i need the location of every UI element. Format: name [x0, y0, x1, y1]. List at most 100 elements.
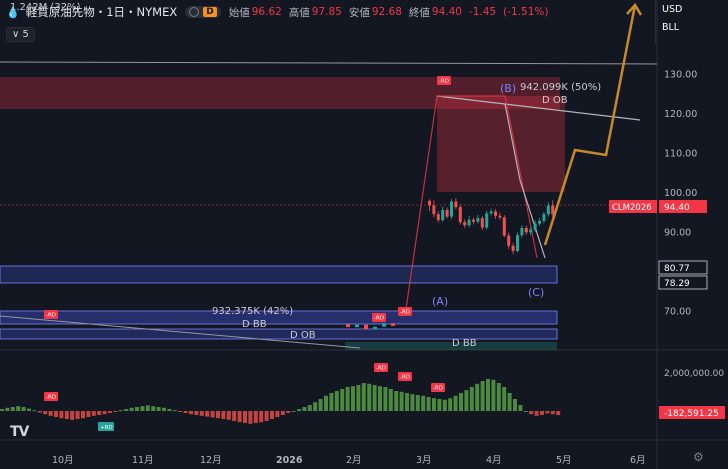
- oscillator-bar: [513, 399, 517, 411]
- chart-annotation: (C): [528, 286, 544, 299]
- oscillator: [0, 379, 561, 424]
- oscillator-bar: [10, 407, 15, 411]
- oscillator-bar: [237, 411, 242, 423]
- oscillator-bar: [81, 411, 85, 419]
- candle-body: [454, 201, 458, 208]
- oscillator-bar: [59, 411, 64, 419]
- oscillator-bar: [75, 411, 80, 419]
- oscillator-bar: [399, 391, 404, 411]
- oscillator-bar: [556, 411, 561, 415]
- oscillator-bar: [372, 385, 377, 411]
- price-axis[interactable]: 130.00 120.00 110.00 100.00 90.00 70.00 CLM202…: [609, 70, 725, 419]
- candle-body: [524, 228, 528, 233]
- candle-body: [542, 214, 546, 221]
- candle-body: [507, 235, 511, 246]
- pre-rally-candle: [382, 323, 386, 327]
- oscillator-bar: [91, 411, 96, 416]
- oscillator-bar: [356, 385, 361, 411]
- candle-body: [511, 245, 515, 251]
- oscillator-bar: [172, 410, 177, 412]
- oscillator-bar: [113, 411, 118, 412]
- oscillator-bar: [437, 399, 442, 411]
- oscillator-bar: [367, 383, 372, 411]
- candle-body: [551, 205, 555, 215]
- oscillator-bar: [183, 411, 188, 413]
- y-tick-label: 130.00: [664, 70, 697, 81]
- x-tick-label: 2月: [346, 455, 362, 466]
- oscillator-bar: [275, 411, 280, 417]
- rd-marker-label: -RD: [46, 395, 56, 401]
- pre-rally-candle: [355, 324, 359, 328]
- oscillator-bar: [426, 397, 431, 411]
- oscillator-bar: [329, 393, 334, 411]
- oscillator-bar: [194, 411, 199, 415]
- oscillator-bar: [145, 405, 150, 411]
- rd-marker-label: -RD: [400, 375, 410, 381]
- chart-annotation: D OB: [542, 95, 568, 106]
- candle-body: [502, 217, 506, 236]
- oscillator-bar: [199, 411, 204, 416]
- oscillator-bar: [216, 411, 220, 419]
- oscillator-bar: [351, 386, 355, 411]
- candle-body: [445, 209, 449, 217]
- x-tick-label: 4月: [486, 455, 502, 466]
- oscillator-bar: [464, 390, 469, 411]
- oscillator-bar: [264, 411, 269, 421]
- oscillator-bar: [383, 387, 388, 411]
- candle-body: [533, 223, 537, 230]
- price-chart[interactable]: 942.099K (50%) D OB (B) (A) (C) 932.375K (42%…: [0, 0, 728, 469]
- y-tick-label: 90.00: [664, 228, 691, 239]
- candles: [346, 198, 555, 330]
- oscillator-bar: [459, 393, 463, 411]
- oscillator-bar: [324, 395, 328, 411]
- chart-annotation: D OB: [290, 330, 316, 341]
- pre-rally-candle: [364, 324, 368, 330]
- time-axis[interactable]: 10月 11月 12月 2026 2月 3月 4月 5月 6月: [52, 455, 646, 466]
- oscillator-bar: [280, 411, 285, 415]
- chart-annotation: 942.099K (50%): [520, 82, 601, 93]
- candle-body: [432, 205, 436, 215]
- chart-annotation: 932.375K (42%): [212, 306, 293, 317]
- oscillator-bar: [313, 402, 318, 411]
- candle-body: [441, 209, 445, 221]
- candle-body: [489, 211, 493, 214]
- resistance-line: [0, 61, 658, 65]
- oscillator-bar: [108, 411, 112, 413]
- gear-icon[interactable]: ⚙: [693, 450, 704, 464]
- x-tick-label: 10月: [52, 455, 74, 466]
- rd-marker-label: -RD: [46, 313, 56, 319]
- rd-marker-label: -RD: [439, 79, 449, 85]
- oscillator-bar: [270, 411, 274, 419]
- oscillator-bar: [97, 411, 102, 415]
- oscillator-bar: [550, 411, 555, 415]
- oscillator-bar: [307, 405, 312, 411]
- oscillator-bar: [253, 411, 258, 423]
- chart-annotation: (B): [500, 82, 516, 95]
- rd-up-marker-label: +RD: [100, 425, 113, 431]
- rd-marker-label: -RD: [374, 316, 384, 322]
- rd-marker-label: -RD: [433, 386, 443, 392]
- pre-rally-candle: [373, 326, 377, 330]
- oscillator-bar: [394, 391, 399, 411]
- candle-body: [467, 219, 471, 226]
- chart-annotation: D BB: [452, 338, 477, 349]
- oscillator-bar: [156, 407, 161, 411]
- oscillator-bar: [529, 411, 534, 415]
- oscillator-bar: [54, 411, 58, 417]
- y-tick-label: 70.00: [664, 307, 691, 318]
- oscillator-bar: [21, 407, 26, 411]
- oscillator-bar: [486, 379, 490, 411]
- oscillator-bar: [167, 409, 172, 411]
- candle-body: [428, 200, 431, 206]
- oscillator-bar: [48, 411, 53, 416]
- oscillator-bar: [448, 398, 453, 411]
- osc-last-value: -182,591.25: [664, 409, 719, 419]
- candle-body: [436, 214, 440, 221]
- oscillator-bar: [27, 408, 31, 411]
- oscillator-bar: [334, 391, 339, 411]
- oscillator-bar: [32, 410, 37, 412]
- rd-marker-label: -RD: [400, 310, 410, 316]
- chart-annotation: (A): [432, 295, 448, 308]
- tradingview-logo-icon: TV: [10, 424, 29, 440]
- oscillator-bar: [475, 383, 480, 411]
